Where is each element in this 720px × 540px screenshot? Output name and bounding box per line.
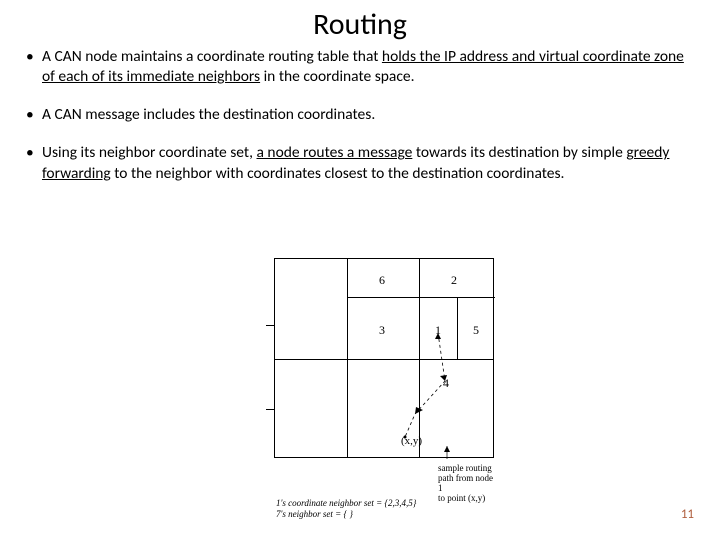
axis-tick	[266, 409, 274, 410]
neigh-line: 7's neighbor set = { }	[276, 509, 416, 520]
path-caption: sample routing path from node 1 to point…	[438, 464, 494, 504]
text-run: to the neighbor with coordinates closest…	[111, 164, 565, 183]
bullet-list: • A CAN node maintains a coordinate rout…	[0, 47, 720, 184]
slide-title: Routing	[0, 0, 720, 47]
grid-box: 6 2 3 1 5 4 (x,y)	[274, 258, 494, 458]
text-run: in the coordinate space.	[260, 67, 414, 86]
bullet-dot: •	[24, 105, 42, 125]
bullet-dot: •	[24, 143, 42, 183]
text-run: Using its neighbor coordinate set,	[42, 143, 257, 162]
caption-line: to point (x,y)	[438, 494, 494, 504]
text-run: towards its destination by simple	[412, 143, 626, 162]
underline-run: a node routes a message	[257, 143, 413, 162]
bullet-item: • A CAN node maintains a coordinate rout…	[24, 47, 696, 87]
axis-tick	[266, 325, 274, 326]
caption-line: path from node 1	[438, 474, 494, 494]
routing-path	[275, 259, 495, 459]
bullet-dot: •	[24, 47, 42, 87]
routing-figure: 6 2 3 1 5 4 (x,y) sample routing path fr…	[274, 258, 494, 458]
bullet-text: Using its neighbor coordinate set, a nod…	[42, 143, 696, 183]
neigh-line: 1's coordinate neighbor set = {2,3,4,5}	[276, 498, 416, 509]
bullet-item: • A CAN message includes the destination…	[24, 105, 696, 125]
bullet-item: • Using its neighbor coordinate set, a n…	[24, 143, 696, 183]
neighbor-set-text: 1's coordinate neighbor set = {2,3,4,5} …	[276, 498, 416, 520]
bullet-text: A CAN node maintains a coordinate routin…	[42, 47, 696, 87]
text-run: A CAN node maintains a coordinate routin…	[42, 47, 382, 66]
bullet-text: A CAN message includes the destination c…	[42, 105, 696, 125]
page-number: 11	[681, 507, 694, 522]
